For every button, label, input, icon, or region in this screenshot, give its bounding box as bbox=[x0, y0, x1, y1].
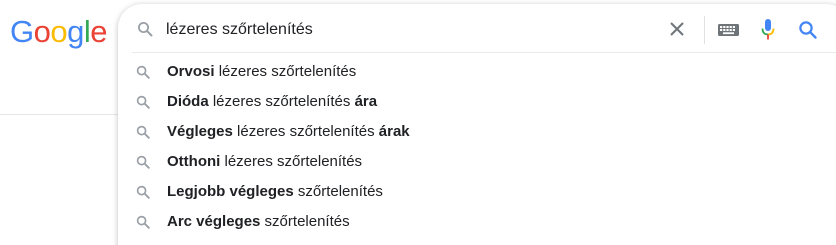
suggestion-bold-part: Dióda bbox=[167, 93, 209, 110]
suggestion-text: Orvosi lézeres szőrtelenítés bbox=[167, 63, 356, 81]
search-icon bbox=[136, 185, 150, 199]
suggestion-part: lézeres szőrtelenítés bbox=[232, 123, 379, 140]
suggestion-bold-part: Legjobb végleges bbox=[167, 183, 294, 200]
google-search-page: Google lézeres szőrtelenítés Orvosi léze… bbox=[0, 0, 836, 245]
suggestion-item[interactable]: Orvosi lézeres szőrtelenítés bbox=[118, 57, 836, 87]
button-separator bbox=[704, 16, 705, 44]
suggestion-bold-part: Otthoni bbox=[167, 153, 221, 170]
search-icon bbox=[136, 215, 150, 229]
search-icon bbox=[136, 65, 150, 79]
search-row: lézeres szőrtelenítés bbox=[118, 4, 836, 52]
suggestion-item[interactable]: Legjobb végleges szőrtelenítés bbox=[118, 177, 836, 207]
suggestion-item[interactable]: Dióda lézeres szőrtelenítés ára bbox=[118, 87, 836, 117]
keyboard-icon[interactable] bbox=[716, 21, 742, 39]
suggestion-bold-part: Arc végleges bbox=[167, 213, 261, 230]
suggestion-item[interactable]: Otthoni lézeres szőrtelenítés bbox=[118, 147, 836, 177]
search-box: lézeres szőrtelenítés Orvosi lézeres sző… bbox=[118, 4, 836, 245]
suggestion-text: Arc végleges szőrtelenítés bbox=[167, 213, 350, 231]
suggestion-text: Végleges lézeres szőrtelenítés árak bbox=[167, 123, 410, 141]
suggestion-item[interactable]: Arc végleges szőrtelenítés bbox=[118, 207, 836, 237]
suggestion-part: szőrtelenítés bbox=[260, 213, 350, 230]
suggestion-text: Legjobb végleges szőrtelenítés bbox=[167, 183, 383, 201]
google-logo[interactable]: Google bbox=[10, 14, 108, 50]
suggestion-bold-part: ára bbox=[354, 93, 378, 110]
suggestion-bold-part: árak bbox=[378, 123, 410, 140]
search-submit-icon[interactable] bbox=[798, 20, 818, 40]
logo-letter: o bbox=[33, 14, 51, 49]
suggestion-part: lézeres szőrtelenítés bbox=[208, 93, 355, 110]
suggestion-bold-part: Orvosi bbox=[167, 63, 215, 80]
suggestion-text: Dióda lézeres szőrtelenítés ára bbox=[167, 93, 377, 111]
logo-letter: e bbox=[90, 14, 108, 49]
suggestion-part: lézeres szőrtelenítés bbox=[220, 153, 363, 170]
search-icon bbox=[136, 125, 150, 139]
logo-letter: o bbox=[50, 14, 68, 49]
suggestion-part: lézeres szőrtelenítés bbox=[214, 63, 357, 80]
suggestion-bold-part: Végleges bbox=[167, 123, 233, 140]
suggestion-part: szőrtelenítés bbox=[293, 183, 383, 200]
suggestion-item[interactable]: Végleges lézeres szőrtelenítés árak bbox=[118, 117, 836, 147]
search-icon bbox=[137, 21, 153, 37]
search-input[interactable]: lézeres szőrtelenítés bbox=[166, 20, 313, 40]
search-suggestions-divider bbox=[132, 52, 836, 53]
header-divider bbox=[0, 114, 118, 115]
suggestion-text: Otthoni lézeres szőrtelenítés bbox=[167, 153, 362, 171]
suggestion-list: Orvosi lézeres szőrtelenítés Dióda lézere… bbox=[118, 57, 836, 237]
search-icon bbox=[136, 155, 150, 169]
logo-letter: G bbox=[10, 14, 34, 49]
microphone-icon[interactable] bbox=[759, 17, 777, 43]
search-icon bbox=[136, 95, 150, 109]
logo-letter: g bbox=[67, 14, 84, 49]
close-icon[interactable] bbox=[666, 18, 688, 40]
